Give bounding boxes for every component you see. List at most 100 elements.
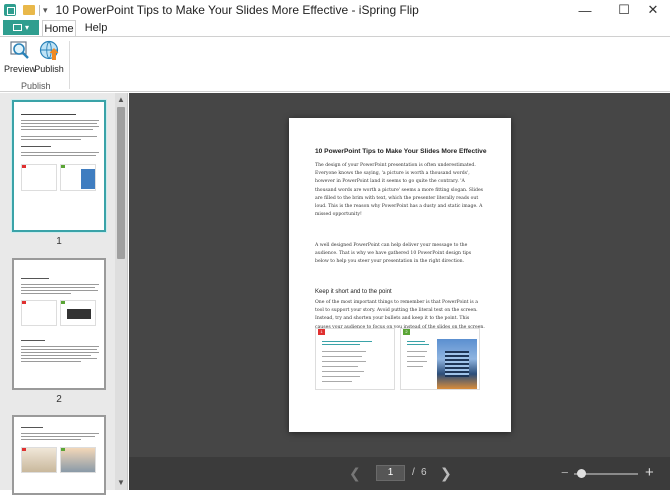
- scroll-up-icon[interactable]: ▲: [115, 95, 127, 104]
- thumb-figure: [21, 447, 57, 473]
- figure-line: [407, 366, 423, 367]
- document-figure-1: 1: [315, 328, 395, 390]
- window-title: 10 PowerPoint Tips to Make Your Slides M…: [55, 3, 419, 17]
- document-paragraph: A well designed PowerPoint can help deli…: [315, 243, 472, 265]
- thumb-figure: [21, 164, 57, 191]
- preview-label: Preview: [4, 64, 37, 74]
- close-button[interactable]: ✕: [636, 0, 670, 20]
- figure-line: [322, 381, 352, 382]
- ribbon-panel: Preview Publish Publish: [0, 36, 670, 92]
- figure-tag: 1: [318, 329, 325, 335]
- zoom-slider-handle[interactable]: [577, 469, 586, 478]
- thumb-figure-tag: [61, 165, 65, 168]
- open-folder-icon[interactable]: [23, 5, 35, 15]
- figure-line: [322, 344, 360, 345]
- tab-help[interactable]: Help: [84, 20, 108, 36]
- chevron-down-icon: ▾: [24, 23, 29, 32]
- thumb-heading-line: [21, 278, 49, 279]
- document-paragraph: One of the most important things to reme…: [315, 300, 485, 330]
- thumb-text-line: [21, 290, 98, 291]
- figure-line: [407, 344, 429, 345]
- thumb-heading-line: [21, 340, 45, 341]
- page-thumbnail-3[interactable]: [12, 415, 106, 495]
- file-menu-icon: [12, 24, 22, 31]
- document-heading: Keep it short and to the point: [315, 289, 392, 295]
- thumb-heading-line: [21, 427, 43, 428]
- qat-separator: [39, 4, 40, 16]
- zoom-in-button[interactable]: +: [645, 464, 654, 481]
- thumb-text-line: [21, 287, 95, 288]
- thumb-title-line: [21, 114, 76, 115]
- thumb-text-line: [21, 126, 99, 127]
- sidebar-scrollbar[interactable]: ▲ ▼: [115, 93, 127, 490]
- thumb-text-line: [21, 436, 95, 437]
- file-menu-button[interactable]: ▾: [3, 20, 39, 35]
- thumb-text-line: [21, 123, 97, 124]
- publish-icon: [39, 40, 59, 60]
- thumb-text-line: [21, 293, 71, 294]
- thumb-figure-tag: [22, 448, 26, 451]
- thumb-text-line: [21, 155, 96, 156]
- figure-line: [322, 351, 366, 352]
- thumb-heading-line: [21, 146, 51, 147]
- figure-tag: 2: [403, 329, 410, 335]
- title-bar: ▾ 10 PowerPoint Tips to Make Your Slides…: [0, 0, 670, 20]
- document-figure-2: 2: [400, 328, 480, 390]
- minimize-button[interactable]: —: [568, 0, 602, 20]
- figure-line: [322, 371, 364, 372]
- figure-line: [322, 356, 362, 357]
- current-page-input[interactable]: 1: [376, 465, 405, 481]
- page-thumbnail-2[interactable]: [12, 258, 106, 390]
- thumb-building-image: [81, 169, 95, 189]
- ribbon-group-separator: [69, 41, 70, 89]
- thumb-text-line: [21, 152, 99, 153]
- previous-page-button[interactable]: ❮: [349, 465, 361, 482]
- thumb-text-line: [21, 355, 91, 356]
- page-thumbnail-1[interactable]: [12, 100, 106, 232]
- thumb-text-line: [21, 352, 99, 353]
- thumb-figure-tag: [61, 448, 65, 451]
- thumb-text-line: [21, 439, 81, 440]
- thumb-figure-tag: [22, 165, 26, 168]
- thumb-figure-block: [67, 309, 91, 319]
- figure-line: [407, 361, 427, 362]
- figure-line: [407, 341, 425, 342]
- preview-icon: [10, 41, 29, 59]
- thumb-text-line: [21, 139, 81, 140]
- thumb-text-line: [21, 349, 97, 350]
- scroll-down-icon[interactable]: ▼: [115, 478, 127, 487]
- total-pages: 6: [421, 467, 427, 478]
- thumb-text-line: [21, 284, 99, 285]
- figure-line: [322, 376, 360, 377]
- page-navigation-bar: ❮ 1 / 6 ❯ − +: [129, 457, 670, 490]
- thumb-text-line: [21, 358, 97, 359]
- figure-line: [322, 361, 366, 362]
- zoom-out-button[interactable]: −: [561, 465, 569, 480]
- document-page: 10 PowerPoint Tips to Make Your Slides M…: [289, 118, 511, 432]
- thumbnail-sidebar[interactable]: 1 2: [0, 93, 128, 495]
- qat-dropdown-icon[interactable]: ▾: [43, 5, 48, 16]
- building-image: [437, 339, 477, 389]
- document-canvas[interactable]: 10 PowerPoint Tips to Make Your Slides M…: [129, 93, 670, 457]
- ribbon-group-label: Publish: [21, 81, 51, 91]
- thumb-text-line: [21, 120, 99, 121]
- thumb-figure: [21, 300, 57, 326]
- preview-button[interactable]: Preview: [4, 39, 37, 75]
- thumb-figure: [60, 164, 96, 191]
- publish-label: Publish: [34, 64, 64, 74]
- figure-line: [322, 341, 372, 342]
- thumb-figure: [60, 300, 96, 326]
- app-icon[interactable]: [4, 4, 16, 16]
- document-paragraph: The design of your PowerPoint presentati…: [315, 163, 484, 218]
- thumbnail-number: 2: [56, 394, 62, 405]
- next-page-button[interactable]: ❯: [440, 465, 452, 482]
- document-title: 10 PowerPoint Tips to Make Your Slides M…: [315, 148, 487, 155]
- thumb-text-line: [21, 136, 97, 137]
- scrollbar-thumb[interactable]: [117, 107, 125, 259]
- publish-button[interactable]: Publish: [34, 39, 64, 75]
- tab-home[interactable]: Home: [42, 20, 76, 37]
- ribbon-tabs: ▾ Home Help: [0, 20, 670, 37]
- thumb-figure-tag: [61, 301, 65, 304]
- thumb-text-line: [21, 361, 81, 362]
- thumb-text-line: [21, 433, 99, 434]
